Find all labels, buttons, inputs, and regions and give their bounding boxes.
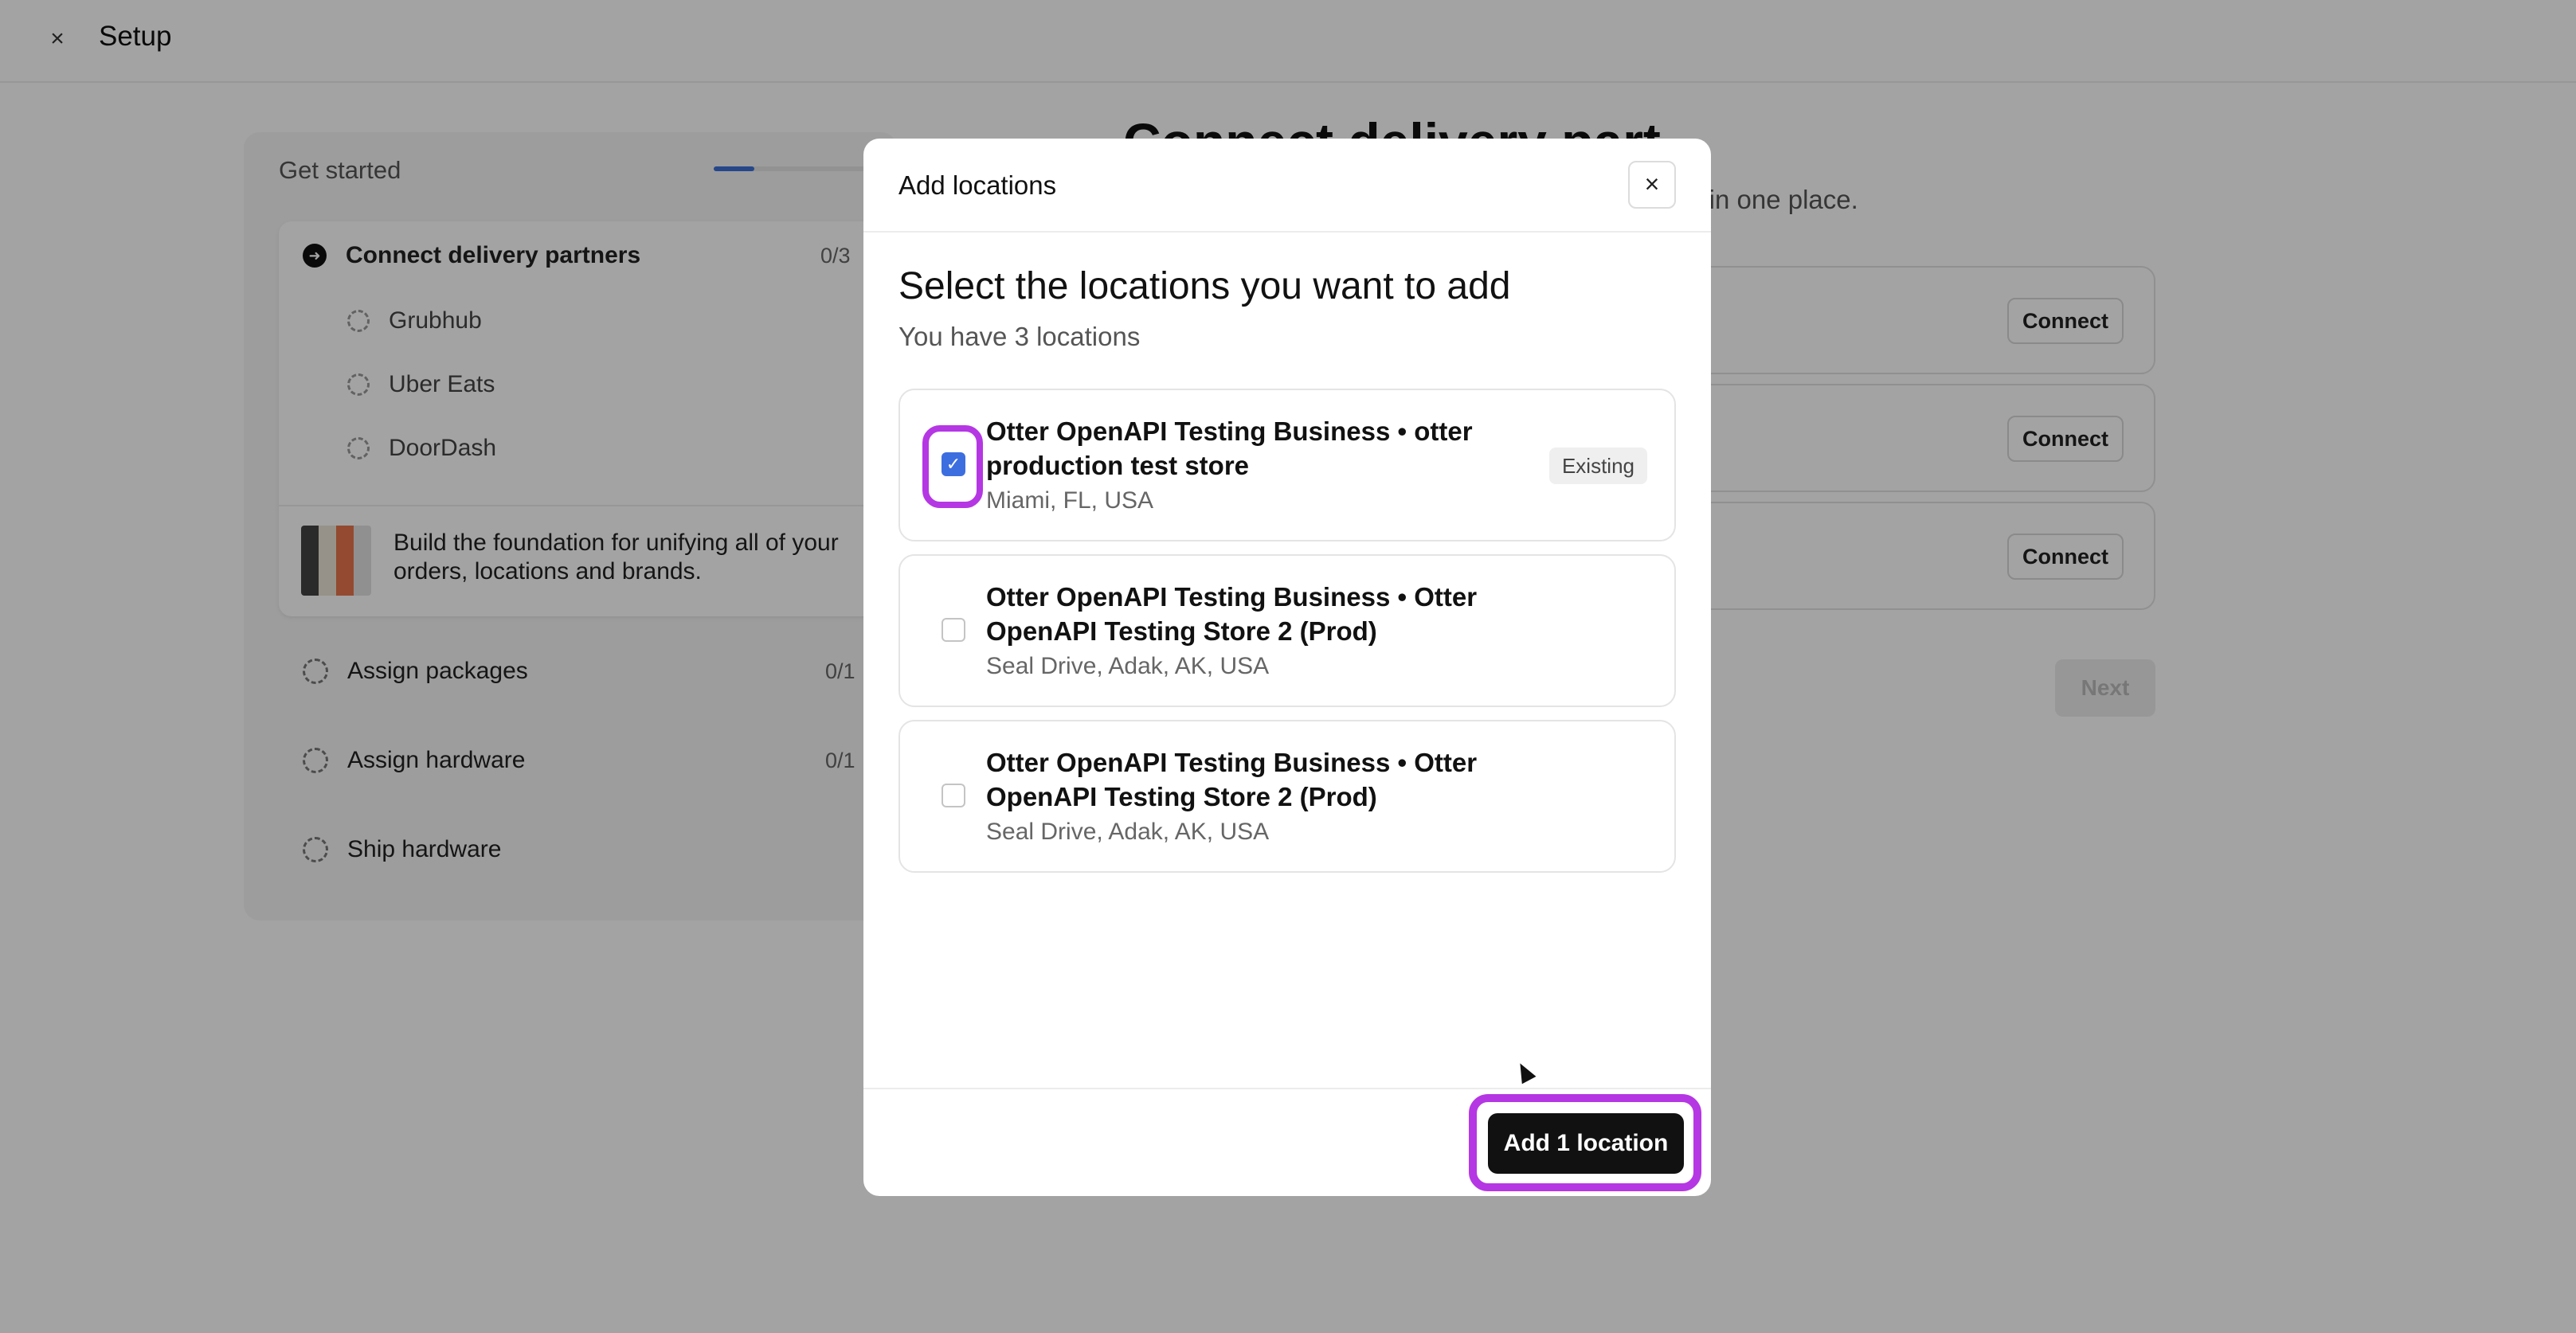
add-location-button[interactable]: Add 1 location xyxy=(1488,1113,1684,1174)
location-count-text: You have 3 locations xyxy=(898,322,1141,351)
status-badge: Existing xyxy=(1548,448,1647,484)
location-checkbox[interactable]: ✓ xyxy=(942,452,965,476)
dialog-heading: Select the locations you want to add xyxy=(898,265,1511,307)
location-checkbox[interactable] xyxy=(942,618,965,642)
location-option[interactable]: Otter OpenAPI Testing Business • Otter O… xyxy=(898,554,1676,707)
location-option[interactable]: ✓ Otter OpenAPI Testing Business • otter… xyxy=(898,389,1676,541)
location-name: Otter OpenAPI Testing Business • Otter O… xyxy=(986,748,1478,811)
location-address: Seal Drive, Adak, AK, USA xyxy=(986,653,1270,679)
location-checkbox[interactable] xyxy=(942,784,965,807)
location-address: Miami, FL, USA xyxy=(986,487,1154,514)
location-name: Otter OpenAPI Testing Business • otter p… xyxy=(986,416,1473,480)
add-locations-dialog: Add locations × Select the locations you… xyxy=(863,139,1711,1196)
close-icon[interactable]: × xyxy=(1628,161,1676,209)
location-name: Otter OpenAPI Testing Business • Otter O… xyxy=(986,582,1478,646)
dialog-header: Add locations × xyxy=(863,139,1711,233)
location-address: Seal Drive, Adak, AK, USA xyxy=(986,819,1270,845)
dialog-title: Add locations xyxy=(898,170,1057,200)
location-option[interactable]: Otter OpenAPI Testing Business • Otter O… xyxy=(898,720,1676,873)
